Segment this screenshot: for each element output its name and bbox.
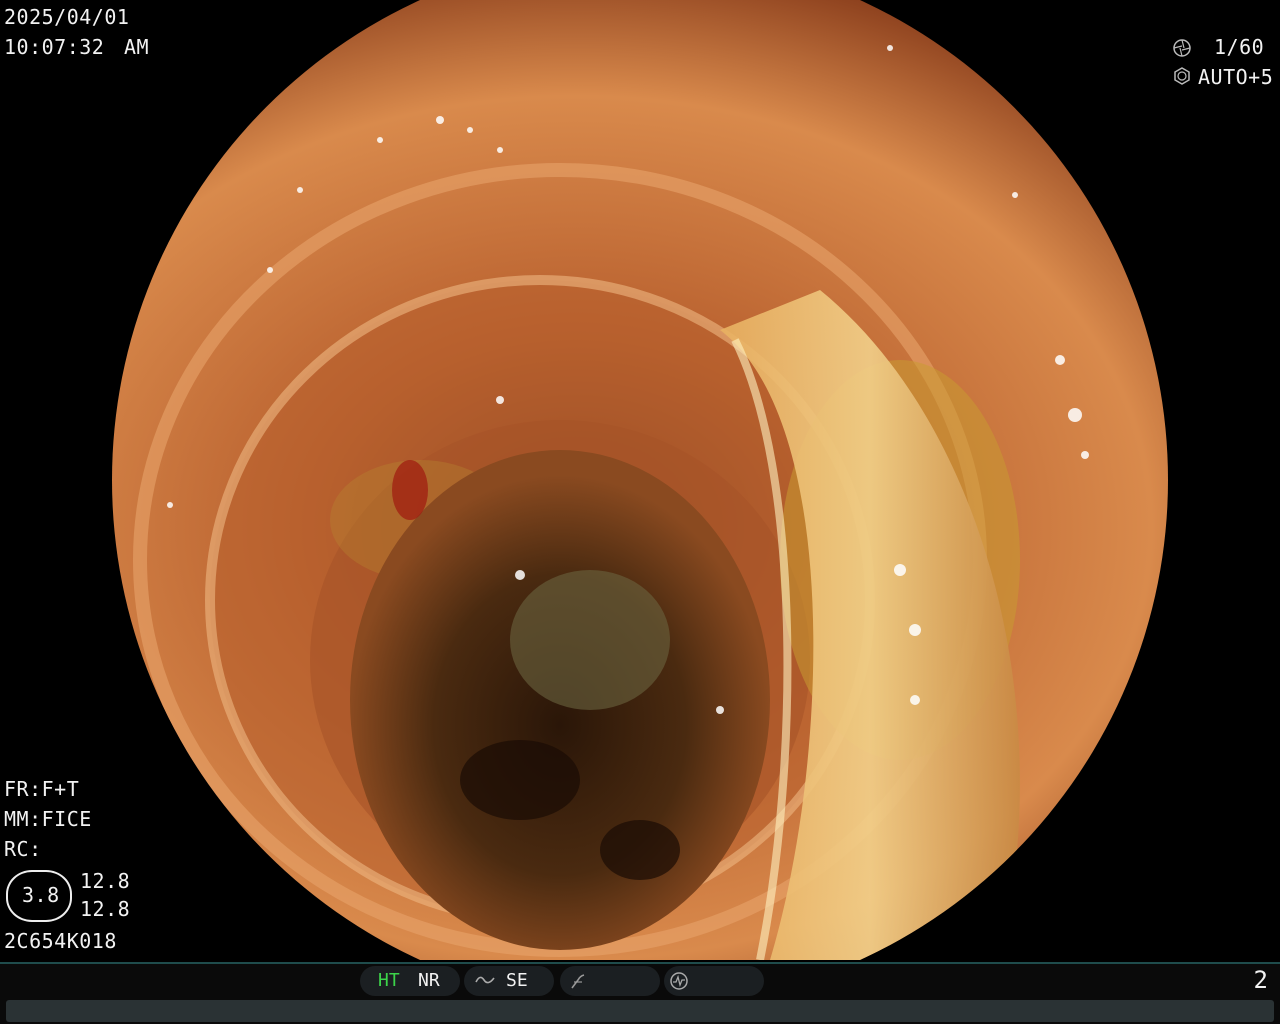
ht-label: HT <box>378 970 400 991</box>
iris-mode: AUTO+5 <box>1198 65 1274 89</box>
time-text: 10:07:32 <box>4 35 105 59</box>
date-text: 2025/04/01 <box>4 5 130 29</box>
waveform-icon <box>670 972 688 990</box>
scale-a: 12.8 <box>80 869 131 893</box>
nr-label: NR <box>418 970 440 991</box>
gamma-indicator <box>560 966 660 996</box>
bottom-strip <box>6 1000 1274 1022</box>
endoscopy-view <box>112 0 1168 960</box>
shutter-icon <box>1173 39 1191 57</box>
fr-setting: FR:F+T <box>4 777 80 801</box>
status-bar: HT NR SE 2 <box>0 962 1280 1024</box>
structure-enhance-icon <box>475 976 495 984</box>
scope-id: 2C654K018 <box>4 929 117 953</box>
mm-setting: MM:FICE <box>4 807 92 831</box>
iris-icon <box>1174 67 1190 85</box>
color-mode-indicator <box>664 966 764 996</box>
status-divider <box>0 962 1280 964</box>
shutter-speed: 1/60 <box>1214 35 1265 59</box>
se-label: SE <box>506 970 528 991</box>
ampm-text: AM <box>124 35 150 59</box>
gamma-curve-icon <box>571 974 585 989</box>
se-indicator: SE <box>464 966 554 996</box>
image-count: 2 <box>1253 966 1268 994</box>
scale-b: 12.8 <box>80 897 131 921</box>
rc-setting: RC: <box>4 837 42 861</box>
ht-nr-indicator: HT NR <box>360 966 460 996</box>
scale-value: 3.8 <box>22 883 60 907</box>
